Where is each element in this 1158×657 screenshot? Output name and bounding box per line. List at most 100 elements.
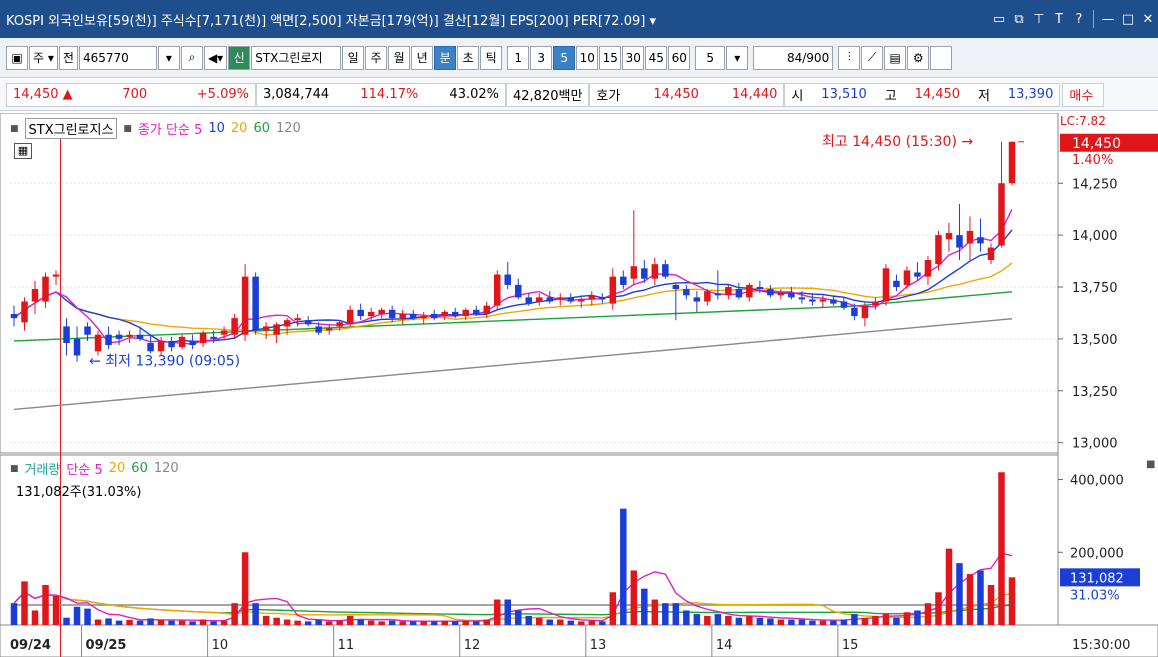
volume-bar (924, 603, 932, 625)
candle-body (231, 318, 238, 335)
volume-bar (231, 603, 238, 625)
tab-month[interactable]: 월 (388, 45, 411, 70)
close-icon[interactable]: ✕ (1138, 12, 1158, 27)
volume-bar (178, 620, 186, 625)
stock-name-field[interactable]: STX그린로지 (251, 45, 342, 70)
candle-body (546, 297, 554, 302)
volume-bar (620, 508, 627, 625)
save-icon[interactable]: ▤ (884, 45, 907, 70)
interval-45[interactable]: 45 (645, 45, 668, 70)
volume-bar (536, 617, 543, 625)
speaker-icon[interactable]: ◀▾ (203, 45, 228, 70)
tab-week[interactable]: 주 (365, 45, 388, 70)
candle-body (746, 284, 753, 298)
indicator-icon[interactable]: ⟋ (861, 45, 884, 70)
x-axis-bar (0, 624, 1158, 657)
legend-ma-label: 종가 단순 5 (137, 123, 203, 138)
window-icon[interactable]: ▭ (989, 12, 1009, 27)
candle-body (756, 287, 764, 290)
price-box: 14,450 ▲ 700 +5.09% (6, 82, 256, 107)
tab-second[interactable]: 초 (457, 45, 480, 70)
candle-body (189, 340, 196, 346)
candle-body (966, 230, 974, 244)
interval-15[interactable]: 15 (599, 45, 622, 70)
volume-bar (651, 599, 659, 625)
volume-bar (987, 585, 995, 625)
interval-30[interactable]: 30 (622, 45, 645, 70)
gear-icon[interactable]: ⚙ (907, 45, 930, 70)
tab-tick[interactable]: 틱 (480, 45, 503, 70)
all-button[interactable]: 전 (58, 45, 78, 70)
interval-60[interactable]: 60 (668, 45, 691, 70)
volume-bar (273, 617, 280, 625)
title-separator (1093, 10, 1094, 28)
checkbox[interactable] (930, 45, 953, 70)
candle-body (10, 313, 18, 319)
maximize-icon[interactable]: □ (1118, 12, 1138, 27)
candle-body (914, 272, 921, 277)
interval-1[interactable]: 1 (507, 45, 530, 70)
volume-bar (767, 618, 774, 625)
search-icon[interactable]: ⌕ (180, 45, 203, 70)
layout-icon[interactable]: ▣ (6, 45, 28, 70)
interval-select[interactable]: 5 (695, 45, 726, 70)
candle-body (798, 297, 806, 300)
volume-bar (935, 592, 942, 625)
candle-body (430, 313, 438, 319)
candle-body (662, 264, 669, 277)
candle-body (714, 293, 722, 296)
candle-body (21, 301, 28, 323)
copy-icon[interactable]: ⧉ (1009, 12, 1029, 27)
amount-box: 42,820백만 (506, 82, 590, 107)
candle-body (252, 276, 259, 331)
volume-bar (336, 620, 343, 625)
tab-minute[interactable]: 분 (434, 45, 457, 70)
help-icon[interactable]: ? (1069, 12, 1089, 27)
tab-day[interactable]: 일 (342, 45, 365, 70)
candle-body (315, 326, 322, 333)
interval-dropdown-icon[interactable]: ▾ (726, 45, 749, 70)
candle-body (483, 305, 490, 314)
code-input-field[interactable] (82, 50, 153, 65)
volume-bar (725, 615, 732, 625)
candle-body (241, 276, 249, 335)
candle-body (325, 328, 333, 331)
candle-body (704, 291, 711, 302)
interval-5[interactable]: 5 (553, 45, 576, 70)
candle-body (672, 284, 680, 290)
pin-icon[interactable]: ⊤ (1029, 12, 1049, 27)
volume-bar (462, 620, 469, 625)
buy-button[interactable]: 매수 (1062, 82, 1105, 107)
candle-body (651, 264, 659, 279)
minimize-icon[interactable]: — (1098, 12, 1118, 27)
volume-bar (599, 621, 606, 625)
volume-bar (872, 615, 879, 625)
grid-toggle-icon[interactable]: ▦ (14, 143, 32, 159)
legend-vol-ma-label: 단순 5 (66, 463, 103, 478)
dropdown-icon[interactable]: ▾ (157, 45, 180, 70)
legend-stock-name[interactable]: STX그린로지스 (24, 118, 118, 139)
volume-bar (315, 619, 322, 625)
code-input[interactable] (78, 45, 157, 70)
credit-icon[interactable]: 신 (228, 45, 251, 70)
candle-body (809, 299, 816, 302)
candle-body (735, 289, 743, 298)
high-price: 14,450 (914, 87, 961, 102)
chart-type-icon[interactable]: ⫶ (838, 45, 861, 70)
candle-body (294, 318, 301, 321)
tab-year[interactable]: 년 (411, 45, 434, 70)
interval-10[interactable]: 10 (576, 45, 599, 70)
market-select[interactable]: 주 ▾ (29, 45, 58, 70)
font-icon[interactable]: T (1049, 12, 1069, 27)
volume-bar (746, 615, 753, 625)
legend-ma120: 120 (275, 121, 301, 136)
interval-3[interactable]: 3 (530, 45, 553, 70)
legend-bullet-icon: ■ (10, 463, 19, 474)
candle-body (840, 301, 848, 308)
count-field[interactable]: 84 /900 (753, 45, 834, 70)
volume-bar (557, 619, 564, 625)
stock-chart[interactable]: 14,250 14,000 13,750 13,500 13,250 13,000 400,… (0, 113, 1158, 657)
volume-bar (10, 603, 18, 625)
candle-body (578, 299, 585, 302)
legend-ma60: 60 (253, 121, 270, 136)
